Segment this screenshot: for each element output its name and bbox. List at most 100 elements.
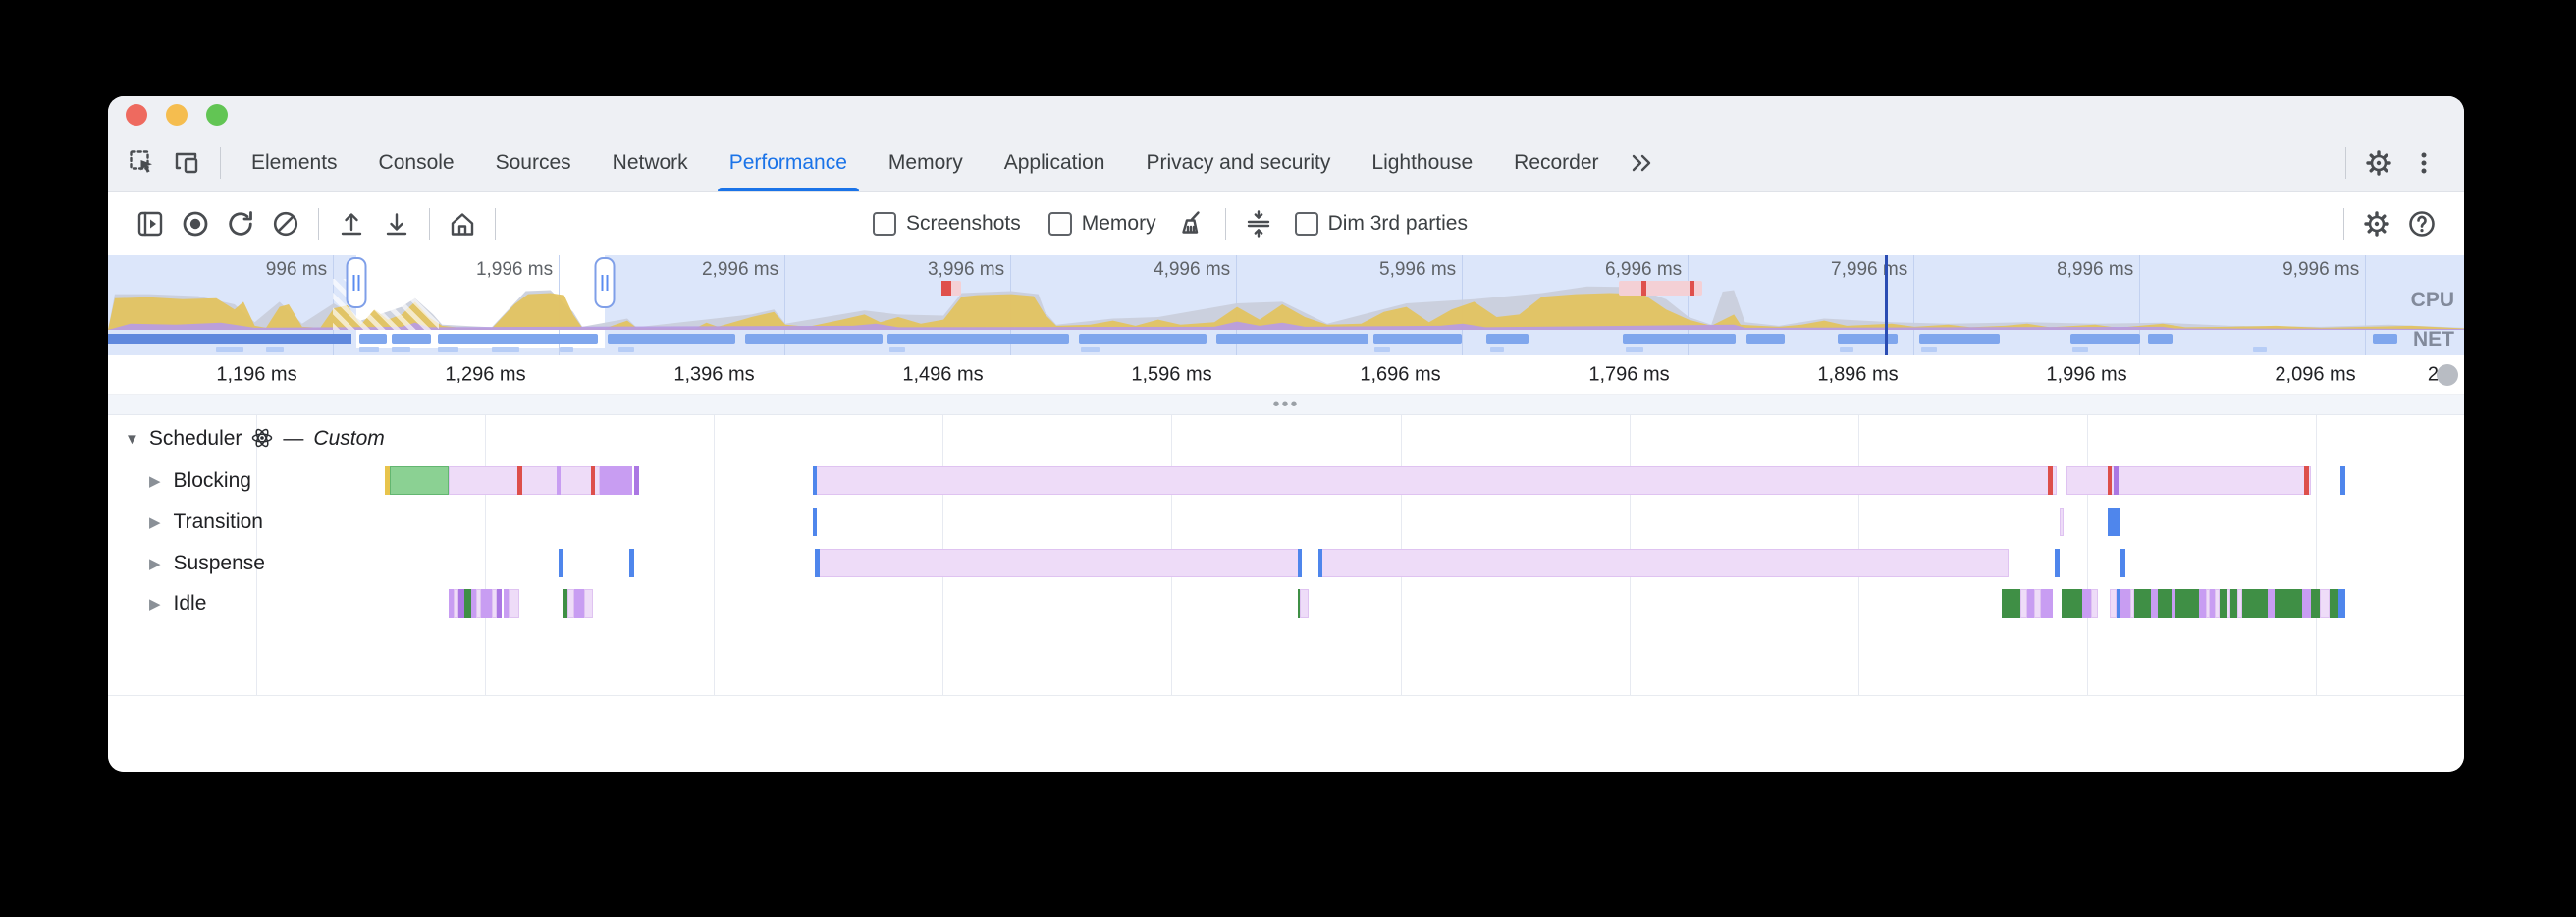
playhead-marker[interactable] — [1885, 255, 1888, 355]
flame-segment[interactable] — [2108, 508, 2121, 536]
tab-elements[interactable]: Elements — [231, 134, 358, 191]
record-and-reload-icon[interactable] — [218, 201, 263, 246]
flame-segment[interactable] — [2175, 589, 2198, 618]
flame-segment[interactable] — [2151, 589, 2158, 618]
track-row-suspense[interactable]: ▶Suspense — [108, 543, 2464, 583]
flame-segment[interactable] — [2320, 589, 2329, 618]
flame-segment[interactable] — [497, 589, 502, 618]
flame-segment[interactable] — [2062, 589, 2082, 618]
flame-segment[interactable] — [2302, 589, 2311, 618]
track-row-idle[interactable]: ▶Idle — [108, 583, 2464, 623]
toggle-device-toolbar-icon[interactable] — [165, 140, 210, 186]
ignore-listing-icon[interactable] — [1236, 201, 1281, 246]
selection-handle-right[interactable] — [595, 257, 616, 308]
flame-segment[interactable] — [2082, 589, 2091, 618]
flame-segment[interactable] — [517, 466, 522, 495]
flame-segment[interactable] — [2108, 466, 2113, 495]
flame-segment[interactable] — [2034, 589, 2041, 618]
flame-segment[interactable] — [2340, 466, 2345, 495]
flame-segment[interactable] — [2110, 589, 2117, 618]
screenshots-checkbox[interactable] — [873, 212, 896, 236]
flame-segment[interactable] — [458, 589, 465, 618]
help-icon[interactable] — [2399, 201, 2444, 246]
flame-segment[interactable] — [567, 589, 574, 618]
flame-segment[interactable] — [2120, 589, 2129, 618]
flame-segment[interactable] — [574, 589, 583, 618]
tab-network[interactable]: Network — [592, 134, 709, 191]
flame-segment[interactable] — [2304, 466, 2309, 495]
flame-segment[interactable] — [2134, 589, 2150, 618]
flame-segment[interactable] — [2002, 589, 2020, 618]
settings-gear-icon[interactable] — [2356, 140, 2401, 186]
flame-segment[interactable] — [600, 466, 632, 495]
flame-segment[interactable] — [2199, 589, 2206, 618]
flame-segment[interactable] — [2120, 549, 2125, 577]
expand-icon[interactable]: ▶ — [149, 595, 161, 613]
flame-segment[interactable] — [481, 589, 493, 618]
flame-segment[interactable] — [2330, 589, 2338, 618]
flame-segment[interactable] — [2114, 466, 2119, 495]
tracks-canvas[interactable]: ▼ Scheduler — Custom ▶Blocking▶Transitio… — [108, 415, 2464, 695]
flame-segment[interactable] — [1318, 549, 1323, 577]
flame-segment[interactable] — [629, 549, 634, 577]
memory-checkbox-group[interactable]: Memory — [1048, 212, 1156, 236]
tab-console[interactable]: Console — [358, 134, 475, 191]
flame-segment[interactable] — [2055, 549, 2060, 577]
flame-segment[interactable] — [559, 549, 564, 577]
close-window-button[interactable] — [126, 104, 147, 126]
flame-segment[interactable] — [557, 466, 562, 495]
flame-segment[interactable] — [464, 589, 471, 618]
flame-segment[interactable] — [584, 589, 593, 618]
home-icon[interactable] — [440, 201, 485, 246]
minimize-window-button[interactable] — [166, 104, 188, 126]
flame-segment[interactable] — [2247, 589, 2268, 618]
upload-profile-icon[interactable] — [329, 201, 374, 246]
capture-settings-gear-icon[interactable] — [2354, 201, 2399, 246]
flame-segment[interactable] — [1318, 549, 2010, 577]
flame-segment[interactable] — [813, 508, 818, 536]
track-row-transition[interactable]: ▶Transition — [108, 502, 2464, 542]
more-tabs-chevron-icon[interactable] — [1620, 140, 1665, 186]
flame-segment[interactable] — [2311, 589, 2320, 618]
flame-segment[interactable] — [2066, 466, 2311, 495]
zoom-window-button[interactable] — [206, 104, 228, 126]
kebab-menu-icon[interactable] — [2401, 140, 2446, 186]
flame-segment[interactable] — [2027, 589, 2034, 618]
tab-sources[interactable]: Sources — [475, 134, 592, 191]
clear-icon[interactable] — [263, 201, 308, 246]
track-row-blocking[interactable]: ▶Blocking — [108, 460, 2464, 501]
toggle-live-metrics-icon[interactable] — [128, 201, 173, 246]
inspect-element-icon[interactable] — [120, 140, 165, 186]
tab-performance[interactable]: Performance — [709, 134, 868, 191]
flame-segment[interactable] — [2220, 589, 2227, 618]
flame-segment[interactable] — [815, 549, 820, 577]
memory-checkbox[interactable] — [1048, 212, 1072, 236]
tab-memory[interactable]: Memory — [868, 134, 984, 191]
flame-segment[interactable] — [2091, 589, 2098, 618]
expand-icon[interactable]: ▶ — [149, 513, 161, 531]
flame-segment[interactable] — [2041, 589, 2053, 618]
flame-segment[interactable] — [813, 466, 2058, 495]
flame-segment[interactable] — [2060, 508, 2065, 536]
record-icon[interactable] — [173, 201, 218, 246]
flame-segment[interactable] — [813, 466, 818, 495]
flame-segment[interactable] — [2158, 589, 2172, 618]
dim-3rd-parties-checkbox-group[interactable]: Dim 3rd parties — [1295, 212, 1468, 236]
flame-segment[interactable] — [2275, 589, 2302, 618]
timeline-overview[interactable]: CPU NET 996 ms1,996 ms2,996 ms3,996 ms4,… — [108, 255, 2464, 355]
flame-segment[interactable] — [2268, 589, 2275, 618]
tab-lighthouse[interactable]: Lighthouse — [1351, 134, 1493, 191]
scrollbar-thumb[interactable] — [2437, 364, 2458, 386]
flame-segment[interactable] — [509, 589, 520, 618]
screenshots-checkbox-group[interactable]: Screenshots — [873, 212, 1021, 236]
track-group-scheduler[interactable]: ▼ Scheduler — Custom — [125, 423, 385, 455]
collect-garbage-icon[interactable] — [1170, 201, 1215, 246]
flame-segment[interactable] — [2048, 466, 2053, 495]
flame-segment[interactable] — [2338, 589, 2345, 618]
selection-handle-left[interactable] — [347, 257, 367, 308]
tab-recorder[interactable]: Recorder — [1493, 134, 1619, 191]
expand-icon[interactable]: ▶ — [149, 555, 161, 572]
flame-segment[interactable] — [815, 549, 1302, 577]
dim-3rd-parties-checkbox[interactable] — [1295, 212, 1318, 236]
flame-segment[interactable] — [2020, 589, 2027, 618]
